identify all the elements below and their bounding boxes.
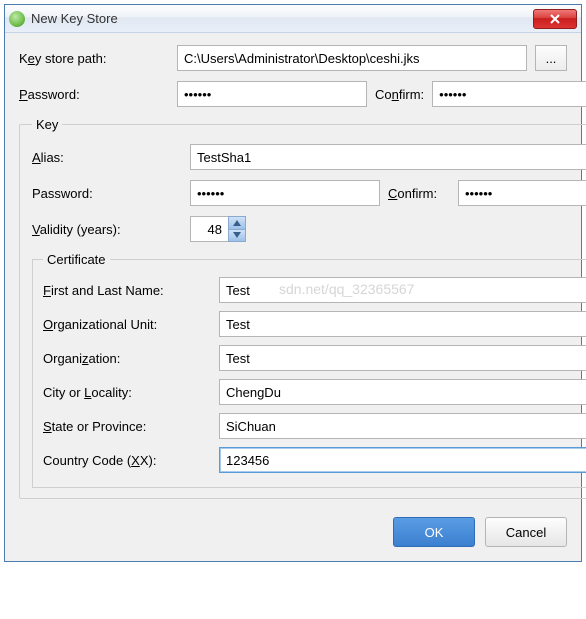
org-row: Organization: <box>43 345 586 371</box>
state-row: State or Province: <box>43 413 586 439</box>
org-input[interactable] <box>219 345 586 371</box>
alias-row: Alias: <box>32 144 586 170</box>
validity-input[interactable] <box>190 216 228 242</box>
first-last-input[interactable] <box>219 277 586 303</box>
country-row: Country Code (XX): <box>43 447 586 473</box>
org-unit-input[interactable] <box>219 311 586 337</box>
key-password-row: Password: Confirm: <box>32 180 586 206</box>
chevron-up-icon <box>233 220 241 226</box>
validity-spinner[interactable] <box>190 216 246 242</box>
country-input[interactable] <box>219 447 586 473</box>
keystore-confirm-label: Confirm: <box>375 87 424 102</box>
city-label: City or Locality: <box>43 385 213 400</box>
chevron-down-icon <box>233 232 241 238</box>
close-button[interactable] <box>533 9 577 29</box>
dialog-content: Key store path: ... Password: Confirm: K… <box>5 33 581 561</box>
org-label: Organization: <box>43 351 213 366</box>
window-title: New Key Store <box>31 11 533 26</box>
org-unit-label: Organizational Unit: <box>43 317 213 332</box>
certificate-group: Certificate First and Last Name: sdn.net… <box>32 252 586 488</box>
cancel-button[interactable]: Cancel <box>485 517 567 547</box>
first-last-row: First and Last Name: sdn.net/qq_32365567 <box>43 277 586 303</box>
state-input[interactable] <box>219 413 586 439</box>
key-password-label: Password: <box>32 186 182 201</box>
spinner-buttons <box>228 216 246 242</box>
keystore-password-row: Password: Confirm: <box>19 81 567 107</box>
org-unit-row: Organizational Unit: <box>43 311 586 337</box>
city-input[interactable] <box>219 379 586 405</box>
country-label: Country Code (XX): <box>43 453 213 468</box>
key-legend: Key <box>32 117 62 132</box>
key-password-input[interactable] <box>190 180 380 206</box>
city-row: City or Locality: <box>43 379 586 405</box>
dialog-window: New Key Store Key store path: ... Passwo… <box>4 4 582 562</box>
button-bar: OK Cancel <box>19 517 567 547</box>
app-icon <box>9 11 25 27</box>
certificate-legend: Certificate <box>43 252 110 267</box>
keystore-confirm-input[interactable] <box>432 81 586 107</box>
browse-button[interactable]: ... <box>535 45 567 71</box>
ok-button[interactable]: OK <box>393 517 475 547</box>
state-label: State or Province: <box>43 419 213 434</box>
keystore-path-input[interactable] <box>177 45 527 71</box>
spinner-up[interactable] <box>229 217 245 230</box>
alias-label: Alias: <box>32 150 182 165</box>
keystore-path-row: Key store path: ... <box>19 45 567 71</box>
titlebar[interactable]: New Key Store <box>5 5 581 33</box>
validity-row: Validity (years): <box>32 216 586 242</box>
first-last-label: First and Last Name: <box>43 283 213 298</box>
keystore-password-input[interactable] <box>177 81 367 107</box>
key-confirm-input[interactable] <box>458 180 586 206</box>
spinner-down[interactable] <box>229 230 245 242</box>
close-icon <box>550 14 560 24</box>
keystore-path-label: Key store path: <box>19 51 169 66</box>
ellipsis-icon: ... <box>546 51 557 66</box>
alias-input[interactable] <box>190 144 586 170</box>
key-confirm-label: Confirm: <box>388 186 450 201</box>
key-group: Key Alias: Password: Confirm: Validity (… <box>19 117 586 499</box>
keystore-password-label: Password: <box>19 87 169 102</box>
validity-label: Validity (years): <box>32 222 182 237</box>
